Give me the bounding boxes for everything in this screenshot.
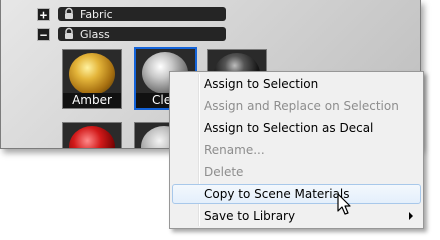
mouse-cursor-icon <box>337 193 351 215</box>
submenu-arrow-icon <box>409 212 413 220</box>
category-label-fabric: Fabric <box>80 7 113 21</box>
context-menu: Assign to Selection Assign and Replace o… <box>169 71 424 229</box>
material-label: Amber <box>63 93 121 108</box>
menu-item-label: Save to Library <box>204 209 296 223</box>
category-header-fabric[interactable]: Fabric <box>58 7 226 21</box>
category-row-fabric: + Fabric <box>37 6 226 22</box>
category-label-glass: Glass <box>80 27 110 41</box>
menu-item-rename[interactable]: Rename... <box>172 140 421 160</box>
material-thumbnail-red[interactable] <box>62 122 122 148</box>
menu-item-assign-and-replace[interactable]: Assign and Replace on Selection <box>172 96 421 116</box>
lock-icon <box>65 27 73 39</box>
menu-item-copy-to-scene-materials[interactable]: Copy to Scene Materials <box>172 184 421 204</box>
menu-item-save-to-library[interactable]: Save to Library <box>172 206 421 226</box>
amber-sphere-preview <box>69 53 115 95</box>
material-thumbnail-amber[interactable]: Amber <box>62 49 122 109</box>
collapse-toggle-glass[interactable]: − <box>37 27 50 41</box>
category-row-glass: − Glass <box>37 26 226 42</box>
red-glass-sphere-preview <box>69 126 115 148</box>
menu-item-assign-to-selection[interactable]: Assign to Selection <box>172 74 421 94</box>
lock-icon <box>65 7 73 19</box>
category-header-glass[interactable]: Glass <box>58 27 226 41</box>
menu-item-assign-as-decal[interactable]: Assign to Selection as Decal <box>172 118 421 138</box>
menu-item-delete[interactable]: Delete <box>172 162 421 182</box>
expand-toggle-fabric[interactable]: + <box>37 7 50 21</box>
